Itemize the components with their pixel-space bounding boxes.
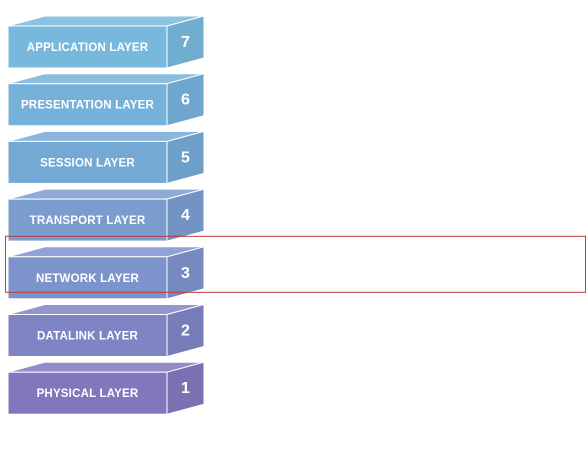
osi-stack-diagram: APPLICATION LAYER 7 PRESENTATION LAYER 6 SES…	[5, 15, 586, 415]
layer-label: TRANSPORT LAYER	[30, 215, 146, 227]
layer-block: DATALINK LAYER 2	[7, 303, 205, 358]
osi-layer-stack: APPLICATION LAYER 7 PRESENTATION LAYER 6 SES…	[0, 0, 588, 454]
layer-label: NETWORK LAYER	[36, 273, 140, 285]
layer-number: 7	[181, 34, 190, 51]
layer-block: PHYSICAL LAYER 1	[7, 361, 205, 415]
layer-number: 2	[181, 323, 190, 340]
layer-block: NETWORK LAYER 3	[7, 246, 205, 300]
layer-label: APPLICATION LAYER	[27, 42, 149, 54]
layer-block: TRANSPORT LAYER 4	[7, 188, 205, 242]
layer-number: 1	[181, 380, 190, 397]
layer-label: DATALINK LAYER	[37, 331, 138, 343]
layer-number: 4	[181, 207, 190, 224]
layer-number: 5	[181, 149, 190, 166]
layer-label: SESSION LAYER	[40, 157, 135, 169]
layer-block: APPLICATION LAYER 7	[7, 15, 205, 69]
layer-block: PRESENTATION LAYER 6	[7, 73, 205, 127]
layer-block: SESSION LAYER 5	[7, 130, 205, 185]
layer-number: 6	[181, 92, 190, 109]
layer-number: 3	[181, 265, 190, 282]
layer-label: PHYSICAL LAYER	[37, 388, 139, 400]
layer-label: PRESENTATION LAYER	[21, 100, 155, 112]
